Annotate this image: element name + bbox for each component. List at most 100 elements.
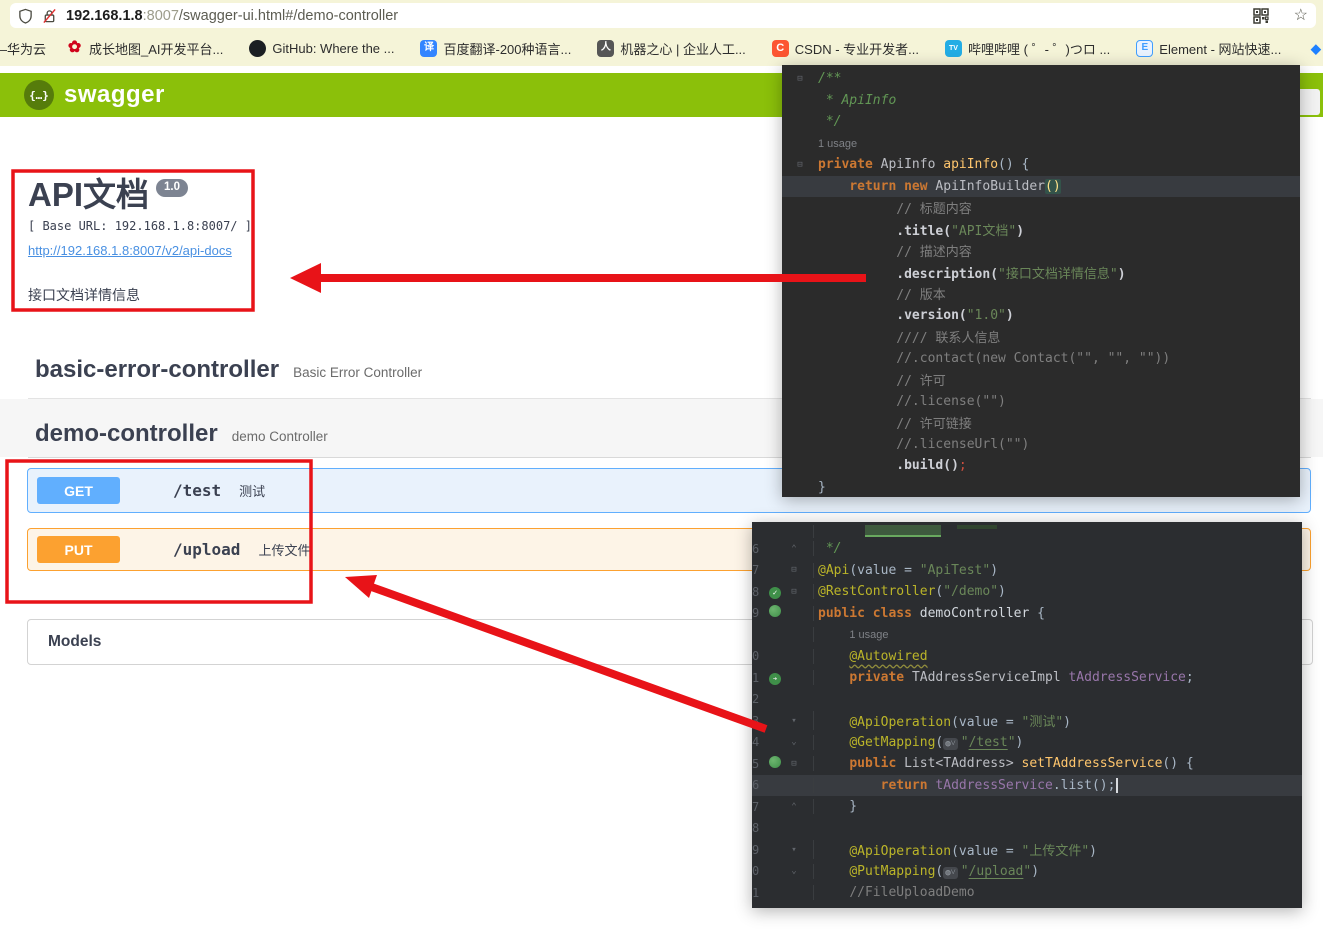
version-badge: 1.0	[156, 179, 188, 197]
bilibili-icon: TV	[945, 40, 962, 57]
bookmarks-bar: —华为云 ✿成长地图_AI开发平台... GitHub: Where the .…	[0, 31, 1323, 65]
code-line: 9▾ @ApiOperation(value = "上传文件")	[752, 839, 1302, 861]
tag-description: Basic Error Controller	[293, 365, 422, 380]
http-method-badge: GET	[37, 477, 120, 504]
tag-basic-error-controller[interactable]: basic-error-controllerBasic Error Contro…	[35, 356, 422, 384]
insecure-lock-icon[interactable]	[42, 8, 57, 24]
tag-demo-controller[interactable]: demo-controllerdemo Controller	[35, 420, 328, 448]
bookmark-item[interactable]: 人机器之心 | 企业人工...	[597, 39, 745, 58]
url-domain: 192.168.1.8	[66, 8, 143, 24]
line-number: 8	[752, 585, 764, 599]
api-docs-link[interactable]: http://192.168.1.8:8007/v2/api-docs	[28, 243, 232, 258]
bookmark-item[interactable]: TV哔哩哔哩 ( ゜- ゜)つロ ...	[945, 39, 1110, 58]
code-line: 1 usage	[782, 133, 1300, 155]
shield-icon[interactable]	[18, 8, 33, 24]
line-number: 6	[752, 542, 764, 556]
url-text[interactable]: 192.168.1.8:8007/swagger-ui.html#/demo-c…	[66, 8, 1245, 24]
line-number: 9	[752, 843, 764, 857]
fold-marker-icon[interactable]: ⊟	[792, 160, 808, 170]
jiqizhixin-icon: 人	[597, 40, 614, 57]
bookmark-star-icon[interactable]: ☆	[1294, 8, 1308, 24]
juejin-icon: ◆	[1307, 40, 1323, 57]
line-number: 0	[752, 864, 764, 878]
code-line: 7⊟@Api(value = "ApiTest")	[752, 560, 1302, 582]
code-line: 0⌄ @PutMapping(◍˅"/upload")	[752, 861, 1302, 883]
code-line: * ApiInfo	[782, 90, 1300, 112]
address-bar[interactable]: 192.168.1.8:8007/swagger-ui.html#/demo-c…	[10, 3, 1316, 28]
leaf-check-icon[interactable]	[764, 584, 786, 599]
screen: 192.168.1.8:8007/swagger-ui.html#/demo-c…	[0, 0, 1323, 936]
fold-marker-icon[interactable]: ⌄	[786, 737, 802, 747]
fold-marker-icon[interactable]: ⌄	[786, 866, 802, 876]
api-info-section: API文档1.0 [ Base URL: 192.168.1.8:8007/ ]…	[28, 178, 258, 305]
line-number: 3	[752, 714, 764, 728]
code-line	[752, 525, 1302, 538]
line-number: 7	[752, 563, 764, 577]
fold-marker-icon[interactable]: ⊟	[792, 74, 808, 84]
csdn-icon: C	[772, 40, 789, 57]
line-number: 7	[752, 800, 764, 814]
text-caret	[1116, 778, 1118, 793]
code-line: 7⌃ }	[752, 796, 1302, 818]
fold-marker-icon[interactable]: ▾	[786, 716, 802, 726]
fold-marker-icon[interactable]: ⌃	[786, 802, 802, 812]
code-line: 1 //FileUploadDemo	[752, 882, 1302, 904]
code-line: 6⌃ */	[752, 538, 1302, 560]
url-port: :8007	[143, 8, 179, 24]
swagger-brand: swagger	[64, 81, 165, 109]
code-line: // 版本	[782, 283, 1300, 305]
code-line: 8⊟@RestController("/demo")	[752, 581, 1302, 603]
bean-icon[interactable]	[764, 756, 786, 772]
fold-marker-icon[interactable]: ⌃	[786, 544, 802, 554]
code-line: 4⌄ @GetMapping(◍˅"/test")	[752, 732, 1302, 754]
code-editor-screenshot-controller: 6⌃ */7⊟@Api(value = "ApiTest")8⊟@RestCon…	[752, 522, 1302, 908]
code-line: ⊟/**	[782, 68, 1300, 90]
line-number: 1	[752, 886, 764, 900]
code-line: 1 private TAddressServiceImpl tAddressSe…	[752, 667, 1302, 689]
http-method-badge: PUT	[37, 536, 120, 563]
bookmark-item[interactable]: ◆稀土掘金	[1307, 39, 1323, 58]
fold-marker-icon[interactable]: ⊟	[786, 759, 802, 769]
element-ui-icon: E	[1136, 40, 1153, 57]
code-line: 6 return tAddressService.list();	[752, 775, 1302, 797]
code-line: //.contact(new Contact("", "", ""))	[782, 348, 1300, 370]
base-url: [ Base URL: 192.168.1.8:8007/ ]	[28, 219, 258, 233]
bookmark-item[interactable]: 译百度翻译-200种语言...	[420, 39, 571, 58]
line-number: 8	[752, 821, 764, 835]
code-line: // 许可	[782, 369, 1300, 391]
line-number: 1	[752, 671, 764, 685]
code-line: 8	[752, 818, 1302, 840]
bookmark-item[interactable]: ✿成长地图_AI开发平台...	[66, 39, 223, 58]
code-line: 5⊟ public List<TAddress> setTAddressServ…	[752, 753, 1302, 775]
line-number: 0	[752, 649, 764, 663]
line-number: 4	[752, 735, 764, 749]
endpoint-path: /upload	[173, 540, 240, 559]
leaf-arrow-icon[interactable]	[764, 670, 786, 685]
swagger-logo-icon: {…}	[24, 80, 54, 110]
fold-marker-icon[interactable]: ⊟	[786, 565, 802, 575]
line-number: 6	[752, 778, 764, 792]
fold-marker-icon[interactable]: ⊟	[786, 587, 802, 597]
endpoint-summary: 上传文件	[258, 540, 310, 559]
code-line: }	[782, 477, 1300, 498]
code-line: // 描述内容	[782, 240, 1300, 262]
bookmark-item[interactable]: —华为云	[0, 39, 46, 58]
api-title: API文档1.0	[28, 178, 258, 211]
bookmark-item[interactable]: CCSDN - 专业开发者...	[772, 39, 919, 58]
code-line: 2	[752, 689, 1302, 711]
url-path: /swagger-ui.html#/demo-controller	[179, 8, 398, 24]
endpoint-summary: 测试	[239, 481, 265, 500]
code-line: .build();	[782, 455, 1300, 477]
bean-icon[interactable]	[764, 605, 786, 621]
fold-marker-icon[interactable]: ▾	[786, 845, 802, 855]
code-line: 3▾ @ApiOperation(value = "测试")	[752, 710, 1302, 732]
qr-code-icon[interactable]	[1253, 8, 1269, 24]
line-number: 5	[752, 757, 764, 771]
line-number: 2	[752, 692, 764, 706]
browser-chrome: 192.168.1.8:8007/swagger-ui.html#/demo-c…	[0, 0, 1323, 67]
bookmark-item[interactable]: GitHub: Where the ...	[249, 40, 394, 57]
code-line: ⊟private ApiInfo apiInfo() {	[782, 154, 1300, 176]
bookmark-item[interactable]: EElement - 网站快速...	[1136, 39, 1281, 58]
code-line: // 许可链接	[782, 412, 1300, 434]
code-editor-screenshot-apiinfo: ⊟/** * ApiInfo */1 usage⊟private ApiInfo…	[782, 65, 1300, 497]
